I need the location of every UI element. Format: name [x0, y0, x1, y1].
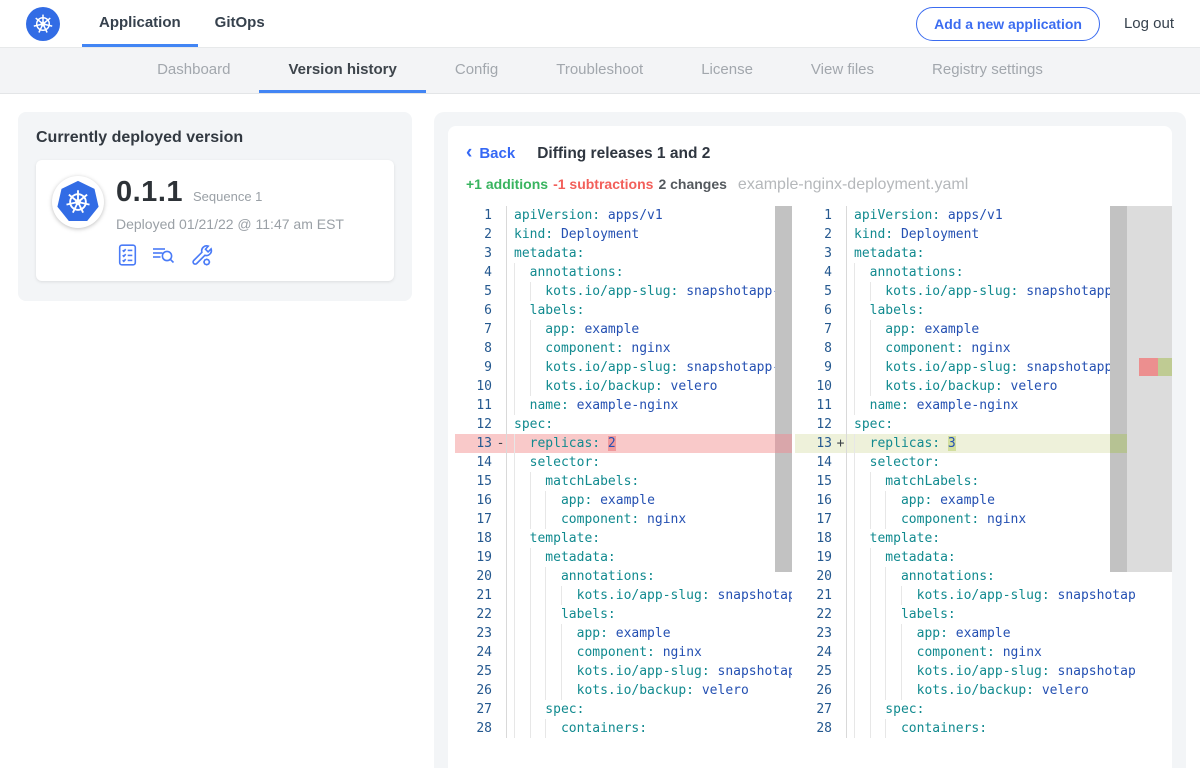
- code-line: 14 selector:: [455, 453, 792, 472]
- tab-config[interactable]: Config: [426, 48, 527, 93]
- version-number: 0.1.1: [116, 176, 183, 209]
- code-line: 13- replicas: 2: [455, 434, 792, 453]
- code-line: 10 kots.io/backup: velero: [455, 377, 792, 396]
- diff-overview-ruler[interactable]: [1127, 206, 1172, 572]
- code-line: 23 app: example: [795, 624, 1172, 643]
- code-line: 21 kots.io/app-slug: snapshotap: [795, 586, 1172, 605]
- version-actions: [116, 243, 344, 267]
- config-tools-icon[interactable]: [188, 243, 213, 267]
- code-line: 25 kots.io/app-slug: snapshotap: [455, 662, 792, 681]
- tab-view-files[interactable]: View files: [782, 48, 903, 93]
- diff-body: 1apiVersion: apps/v12kind: Deployment3me…: [455, 206, 1172, 741]
- code-line: 8 component: nginx: [455, 339, 792, 358]
- scrollbar-thumb[interactable]: [1110, 206, 1127, 572]
- diff-panel: ‹ Back Diffing releases 1 and 2 +1 addit…: [434, 112, 1186, 768]
- code-line: 23 app: example: [455, 624, 792, 643]
- brand: [26, 0, 60, 47]
- currently-deployed-card: Currently deployed version: [18, 112, 412, 301]
- diff-pane-right[interactable]: 1apiVersion: apps/v12kind: Deployment3me…: [795, 206, 1172, 741]
- sequence-label: Sequence 1: [193, 189, 262, 204]
- diff-pane-left[interactable]: 1apiVersion: apps/v12kind: Deployment3me…: [455, 206, 792, 741]
- top-navigation-bar: Application GitOps Add a new application…: [0, 0, 1200, 47]
- code-line: 20 annotations:: [455, 567, 792, 586]
- code-line: 16 app: example: [455, 491, 792, 510]
- deployed-version-details: 0.1.1 Sequence 1 Deployed 01/21/22 @ 11:…: [116, 176, 344, 267]
- code-line: 3metadata:: [455, 244, 792, 263]
- code-line: 6 labels:: [455, 301, 792, 320]
- code-line: 2kind: Deployment: [455, 225, 792, 244]
- code-line: 27 spec:: [795, 700, 1172, 719]
- tab-dashboard[interactable]: Dashboard: [128, 48, 259, 93]
- checklist-icon[interactable]: [116, 243, 139, 267]
- code-line: 24 component: nginx: [455, 643, 792, 662]
- code-line: 1apiVersion: apps/v1: [455, 206, 792, 225]
- overview-deletion-marker: [1139, 358, 1158, 376]
- tab-troubleshoot[interactable]: Troubleshoot: [527, 48, 672, 93]
- scrollbar-diff-marker: [1110, 434, 1127, 453]
- overview-addition-marker: [1158, 358, 1172, 376]
- topbar-actions: Add a new application Log out: [916, 0, 1200, 47]
- code-line: 15 matchLabels:: [455, 472, 792, 491]
- code-line: 19 metadata:: [455, 548, 792, 567]
- tab-version-history[interactable]: Version history: [259, 48, 425, 93]
- deployed-timestamp: Deployed 01/21/22 @ 11:47 am EST: [116, 216, 344, 232]
- scrollbar-diff-marker: [775, 434, 792, 453]
- code-line: 11 name: example-nginx: [455, 396, 792, 415]
- diff-filename: example-nginx-deployment.yaml: [738, 176, 968, 194]
- tab-gitops[interactable]: GitOps: [198, 0, 282, 47]
- main-content: Currently deployed version: [0, 94, 1200, 768]
- logout-button[interactable]: Log out: [1124, 15, 1174, 32]
- code-line: 17 component: nginx: [455, 510, 792, 529]
- code-line: 9 kots.io/app-slug: snapshotapp-mu: [455, 358, 792, 377]
- additions-count: +1 additions: [466, 176, 548, 192]
- code-line: 22 labels:: [455, 605, 792, 624]
- diff-card: ‹ Back Diffing releases 1 and 2 +1 addit…: [448, 126, 1172, 768]
- code-line: 26 kots.io/backup: velero: [795, 681, 1172, 700]
- tab-license[interactable]: License: [672, 48, 782, 93]
- code-line: 22 labels:: [795, 605, 1172, 624]
- kubernetes-logo-icon: [26, 7, 60, 41]
- code-line: 12spec:: [455, 415, 792, 434]
- app-sub-navigation: Dashboard Version history Config Trouble…: [0, 47, 1200, 94]
- diff-stats: +1 additions -1 subtractions 2 changes e…: [448, 176, 1172, 194]
- add-application-button[interactable]: Add a new application: [916, 7, 1100, 41]
- scrollbar-thumb[interactable]: [775, 206, 792, 572]
- chevron-left-icon: ‹: [466, 143, 472, 162]
- back-link[interactable]: ‹ Back: [466, 144, 515, 163]
- code-line: 7 app: example: [455, 320, 792, 339]
- deployed-card-title: Currently deployed version: [36, 129, 394, 147]
- changes-count: 2 changes: [658, 176, 726, 192]
- code-line: 25 kots.io/app-slug: snapshotap: [795, 662, 1172, 681]
- code-line: 5 kots.io/app-slug: snapshotapp-mu: [455, 282, 792, 301]
- code-line: 4 annotations:: [455, 263, 792, 282]
- tab-application[interactable]: Application: [82, 0, 198, 47]
- code-line: 28 containers:: [455, 719, 792, 738]
- release-notes-icon[interactable]: [150, 243, 177, 267]
- app-icon: [52, 176, 104, 228]
- code-line: 27 spec:: [455, 700, 792, 719]
- code-line: 24 component: nginx: [795, 643, 1172, 662]
- code-line: 21 kots.io/app-slug: snapshotap: [455, 586, 792, 605]
- deployed-version-card: 0.1.1 Sequence 1 Deployed 01/21/22 @ 11:…: [36, 160, 394, 281]
- tab-registry-settings[interactable]: Registry settings: [903, 48, 1072, 93]
- diff-title: Diffing releases 1 and 2: [537, 145, 710, 163]
- code-line: 26 kots.io/backup: velero: [455, 681, 792, 700]
- code-line: 18 template:: [455, 529, 792, 548]
- code-line: 28 containers:: [795, 719, 1172, 738]
- subtractions-count: -1 subtractions: [553, 176, 653, 192]
